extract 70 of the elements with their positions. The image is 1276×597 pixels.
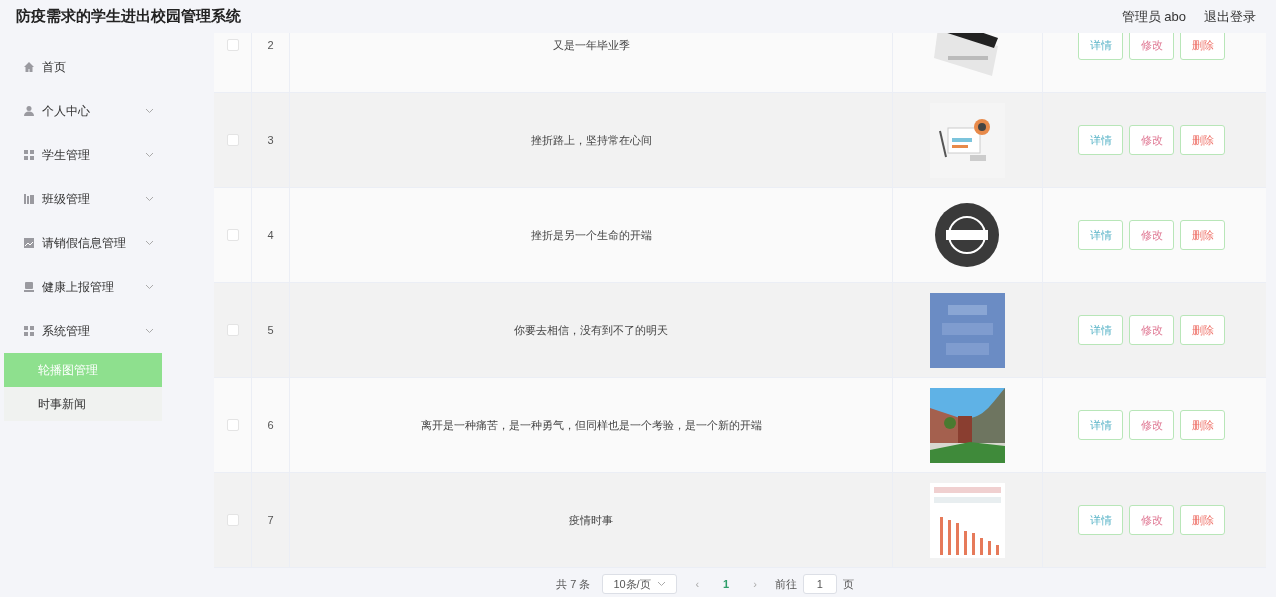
total-count: 共 7 条 [556, 576, 591, 592]
tray-icon [23, 281, 35, 293]
menu-item[interactable]: 个人中心 [4, 89, 162, 133]
row-checkbox[interactable] [226, 229, 239, 241]
edit-button[interactable]: 修改 [1129, 220, 1174, 250]
row-number: 7 [267, 512, 274, 528]
row-number: 4 [267, 227, 274, 243]
edit-button[interactable]: 修改 [1129, 505, 1174, 535]
app-title: 防疫需求的学生进出校园管理系统 [16, 6, 241, 27]
delete-button[interactable]: 删除 [1180, 315, 1225, 345]
chevron-down-icon [145, 108, 154, 114]
chevron-down-icon [145, 240, 154, 246]
detail-button[interactable]: 详情 [1078, 315, 1123, 345]
detail-button[interactable]: 详情 [1078, 125, 1123, 155]
chart-icon [23, 237, 35, 249]
detail-button[interactable]: 详情 [1078, 33, 1123, 60]
delete-button[interactable]: 删除 [1180, 33, 1225, 60]
delete-button[interactable]: 删除 [1180, 410, 1225, 440]
user-label: 管理员 abo [1121, 7, 1186, 26]
page-number[interactable]: 1 [717, 575, 736, 593]
delete-button[interactable]: 删除 [1180, 220, 1225, 250]
detail-button[interactable]: 详情 [1078, 505, 1123, 535]
page-size-select[interactable]: 10条/页 [602, 574, 678, 594]
news-title: 你要去相信，没有到不了的明天 [514, 322, 668, 338]
user-icon [23, 105, 35, 117]
home-icon [23, 61, 35, 73]
submenu-item[interactable]: 时事新闻 [4, 387, 162, 421]
menu-item[interactable]: 班级管理 [4, 177, 162, 221]
edit-button[interactable]: 修改 [1129, 315, 1174, 345]
news-title: 疫情时事 [569, 512, 613, 528]
goto-label: 前往 [774, 576, 797, 592]
grid-icon [23, 325, 35, 337]
logout-link[interactable]: 退出登录 [1204, 6, 1256, 27]
chevron-down-icon [145, 284, 154, 290]
page-unit-label: 页 [842, 576, 854, 592]
detail-button[interactable]: 详情 [1078, 410, 1123, 440]
menu-item[interactable]: 首页 [4, 45, 162, 89]
row-checkbox[interactable] [226, 39, 239, 51]
menu-item[interactable]: 请销假信息管理 [4, 221, 162, 265]
news-title: 挫折是另一个生命的开端 [530, 227, 652, 243]
edit-button[interactable]: 修改 [1129, 33, 1174, 60]
row-number: 6 [267, 417, 274, 433]
detail-button[interactable]: 详情 [1078, 220, 1123, 250]
row-number: 5 [267, 322, 274, 338]
news-title: 离开是一种痛苦，是一种勇气，但同样也是一个考验，是一个新的开端 [420, 417, 762, 433]
prev-page-button[interactable]: ‹ [689, 575, 706, 593]
row-checkbox[interactable] [226, 419, 239, 431]
menu-item[interactable]: 健康上报管理 [4, 265, 162, 309]
menu-item[interactable]: 系统管理 [4, 309, 162, 353]
edit-button[interactable]: 修改 [1129, 410, 1174, 440]
page-input[interactable]: 1 [802, 574, 837, 594]
row-number: 2 [267, 37, 274, 53]
chevron-down-icon [657, 581, 667, 587]
grid-icon [23, 149, 35, 161]
submenu-item[interactable]: 轮播图管理 [4, 353, 162, 387]
menu-item[interactable]: 学生管理 [4, 133, 162, 177]
bar-icon [23, 193, 35, 205]
row-checkbox[interactable] [226, 514, 239, 526]
chevron-down-icon [145, 328, 154, 334]
news-title: 挫折路上，坚持常在心间 [530, 132, 652, 148]
delete-button[interactable]: 删除 [1180, 505, 1225, 535]
chevron-down-icon [145, 196, 154, 202]
edit-button[interactable]: 修改 [1129, 125, 1174, 155]
delete-button[interactable]: 删除 [1180, 125, 1225, 155]
row-checkbox[interactable] [226, 324, 239, 336]
row-number: 3 [267, 132, 274, 148]
chevron-down-icon [145, 152, 154, 158]
row-checkbox[interactable] [226, 134, 239, 146]
next-page-button[interactable]: › [747, 575, 763, 593]
news-title: 又是一年毕业季 [552, 37, 630, 53]
